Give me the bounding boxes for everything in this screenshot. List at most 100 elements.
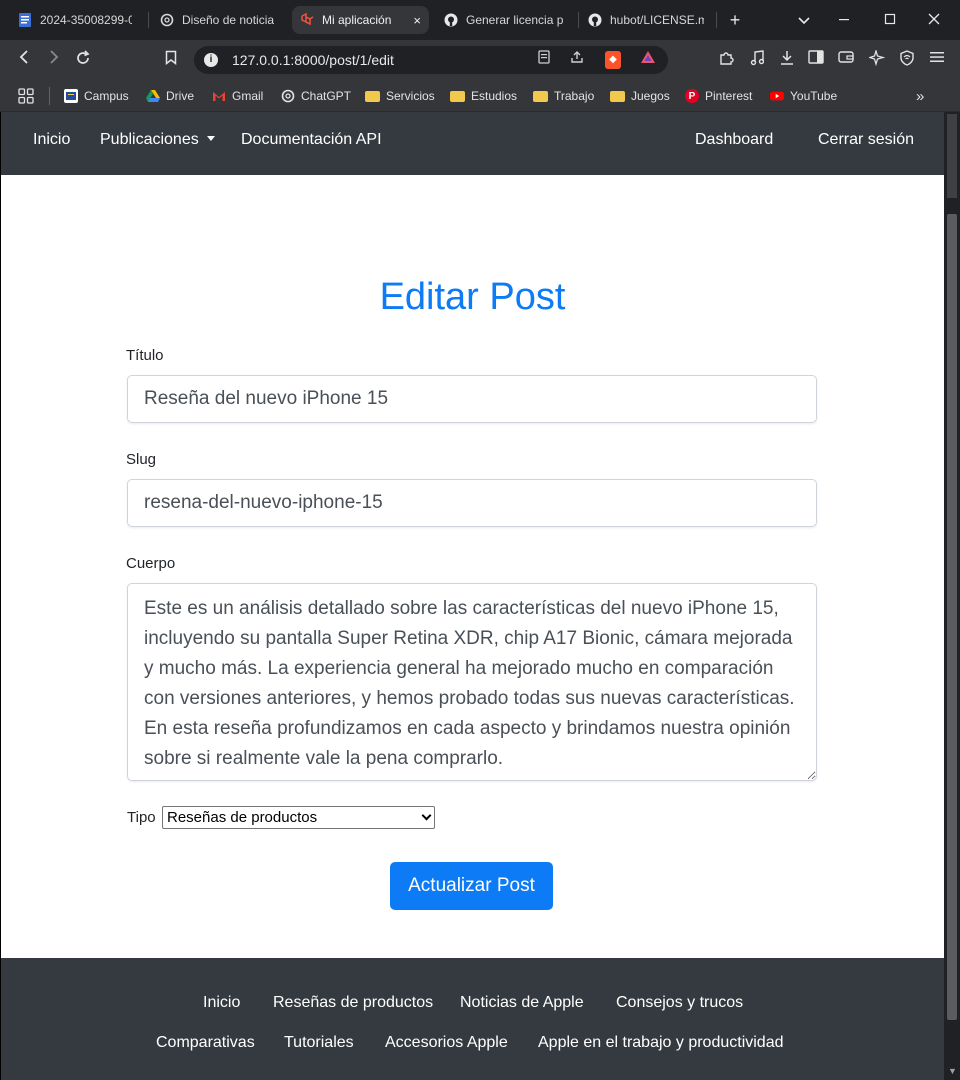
tab-label: hubot/LICENSE.m [610, 13, 704, 27]
bookmark-campus[interactable]: Campus [64, 87, 129, 105]
titulo-input[interactable]: Reseña del nuevo iPhone 15 [127, 375, 817, 423]
page-viewport: Inicio Publicaciones Documentación API D… [0, 112, 944, 1080]
bookmark-label: Pinterest [705, 89, 753, 103]
footer-link[interactable]: Reseñas de productos [273, 993, 433, 1013]
github-icon [588, 13, 602, 27]
folder-icon [450, 90, 465, 102]
bookmark-icon[interactable] [161, 50, 181, 70]
vpn-icon[interactable] [897, 50, 917, 70]
footer-link[interactable]: Tutoriales [284, 1033, 354, 1053]
bookmark-label: Drive [166, 89, 195, 103]
drive-icon [146, 89, 160, 103]
tab-search-icon[interactable] [794, 10, 814, 30]
share-icon[interactable] [567, 50, 587, 70]
leo-ai-icon[interactable] [867, 48, 887, 70]
brave-shields-icon[interactable]: ◆ [605, 51, 621, 69]
bookmark-juegos[interactable]: Juegos [610, 87, 670, 105]
site-footer: Inicio Reseñas de productos Noticias de … [1, 958, 944, 1080]
tipo-select[interactable]: Reseñas de productos [162, 806, 435, 829]
menu-icon[interactable] [927, 50, 947, 70]
bookmarks-divider [49, 87, 50, 105]
tab-separator [716, 12, 717, 28]
bookmark-label: Campus [84, 89, 129, 103]
browser-tab[interactable]: Generar licencia p [436, 6, 576, 34]
footer-link[interactable]: Apple en el trabajo y productividad [538, 1033, 784, 1053]
footer-link[interactable]: Consejos y trucos [616, 993, 743, 1013]
caret-down-icon [206, 136, 215, 141]
bookmark-label: Gmail [232, 89, 264, 103]
folder-icon [610, 90, 625, 102]
tab-label: 2024-35008299-0 [40, 13, 132, 27]
bookmark-label: Juegos [631, 89, 670, 103]
bookmark-pinterest[interactable]: P Pinterest [685, 87, 752, 105]
cuerpo-textarea[interactable]: Este es un análisis detallado sobre las … [127, 583, 817, 781]
close-window-icon[interactable] [924, 10, 944, 30]
browser-tab[interactable]: 2024-35008299-0 [10, 6, 140, 34]
chevron-down-icon [421, 810, 432, 821]
nav-logout-link[interactable]: Cerrar sesión [818, 130, 914, 150]
page-scrollbar[interactable]: ▼ [944, 112, 960, 1080]
footer-link[interactable]: Accesorios Apple [385, 1033, 508, 1053]
slug-input[interactable]: resena-del-nuevo-iphone-15 [127, 479, 817, 527]
bookmark-label: Estudios [471, 89, 518, 103]
more-bookmarks-icon[interactable]: » [916, 87, 924, 105]
bookmark-servicios[interactable]: Servicios [365, 87, 435, 105]
laravel-icon [300, 13, 314, 27]
url-text: 127.0.0.1:8000/post/1/edit [232, 52, 394, 68]
scrollbar-thumb[interactable] [947, 214, 957, 1020]
bookmark-youtube[interactable]: YouTube [770, 87, 837, 105]
bookmark-drive[interactable]: Drive [146, 87, 194, 105]
nav-dashboard-link[interactable]: Dashboard [695, 130, 773, 150]
browser-tab-bar: 2024-35008299-0 Diseño de noticia Mi apl… [0, 0, 960, 40]
close-tab-icon[interactable]: × [405, 13, 421, 28]
browser-toolbar: i 127.0.0.1:8000/post/1/edit ◆ [0, 40, 960, 80]
site-navbar: Inicio Publicaciones Documentación API D… [1, 112, 944, 175]
site-info-icon[interactable]: i [204, 53, 218, 67]
bookmark-trabajo[interactable]: Trabajo [533, 87, 594, 105]
tab-label: Diseño de noticia [182, 13, 275, 27]
back-icon[interactable] [14, 50, 34, 70]
tipo-select-value: Reseñas de productos [167, 809, 318, 826]
scroll-down-arrow-icon[interactable]: ▼ [948, 1066, 957, 1076]
sidebar-icon[interactable] [806, 50, 826, 70]
youtube-icon [770, 89, 784, 103]
new-tab-button[interactable]: + [725, 9, 745, 31]
wallet-icon[interactable] [836, 50, 856, 70]
maximize-icon[interactable] [880, 10, 900, 30]
reader-mode-icon[interactable] [534, 50, 554, 70]
extensions-icon[interactable] [716, 50, 736, 70]
cuerpo-label: Cuerpo [126, 555, 176, 572]
tab-separator [148, 12, 149, 28]
nav-publications-label: Publicaciones [100, 131, 199, 148]
bookmark-label: YouTube [790, 89, 838, 103]
media-icon[interactable] [747, 50, 767, 70]
browser-tab[interactable]: hubot/LICENSE.m [580, 6, 712, 34]
pinterest-icon: P [685, 89, 699, 103]
bookmark-label: ChatGPT [301, 89, 352, 103]
update-post-button[interactable]: Actualizar Post [390, 862, 553, 910]
footer-link[interactable]: Noticias de Apple [460, 993, 584, 1013]
tab-separator [578, 12, 579, 28]
github-icon [444, 13, 458, 27]
bookmark-gmail[interactable]: Gmail [212, 87, 263, 105]
browser-tab[interactable]: Diseño de noticia [152, 6, 284, 34]
nav-api-docs-link[interactable]: Documentación API [241, 130, 382, 150]
address-bar[interactable]: i 127.0.0.1:8000/post/1/edit ◆ [194, 46, 668, 74]
apps-icon[interactable] [18, 87, 34, 105]
footer-link[interactable]: Inicio [203, 993, 240, 1013]
tipo-label: Tipo [127, 809, 156, 826]
nav-home-link[interactable]: Inicio [33, 130, 70, 150]
browser-tab-active[interactable]: Mi aplicación × [292, 6, 429, 34]
download-icon[interactable] [777, 50, 797, 70]
nav-publications-dropdown[interactable]: Publicaciones [100, 130, 215, 150]
folder-icon [365, 90, 380, 102]
reload-icon[interactable] [73, 50, 93, 70]
bookmark-estudios[interactable]: Estudios [450, 87, 517, 105]
bookmark-chatgpt[interactable]: ChatGPT [281, 87, 351, 105]
minimize-icon[interactable] [834, 10, 854, 30]
footer-link[interactable]: Comparativas [156, 1033, 255, 1053]
forward-icon[interactable] [44, 50, 64, 70]
bookmark-label: Trabajo [554, 89, 595, 103]
slug-label: Slug [126, 451, 157, 468]
brave-rewards-icon[interactable] [638, 50, 658, 70]
